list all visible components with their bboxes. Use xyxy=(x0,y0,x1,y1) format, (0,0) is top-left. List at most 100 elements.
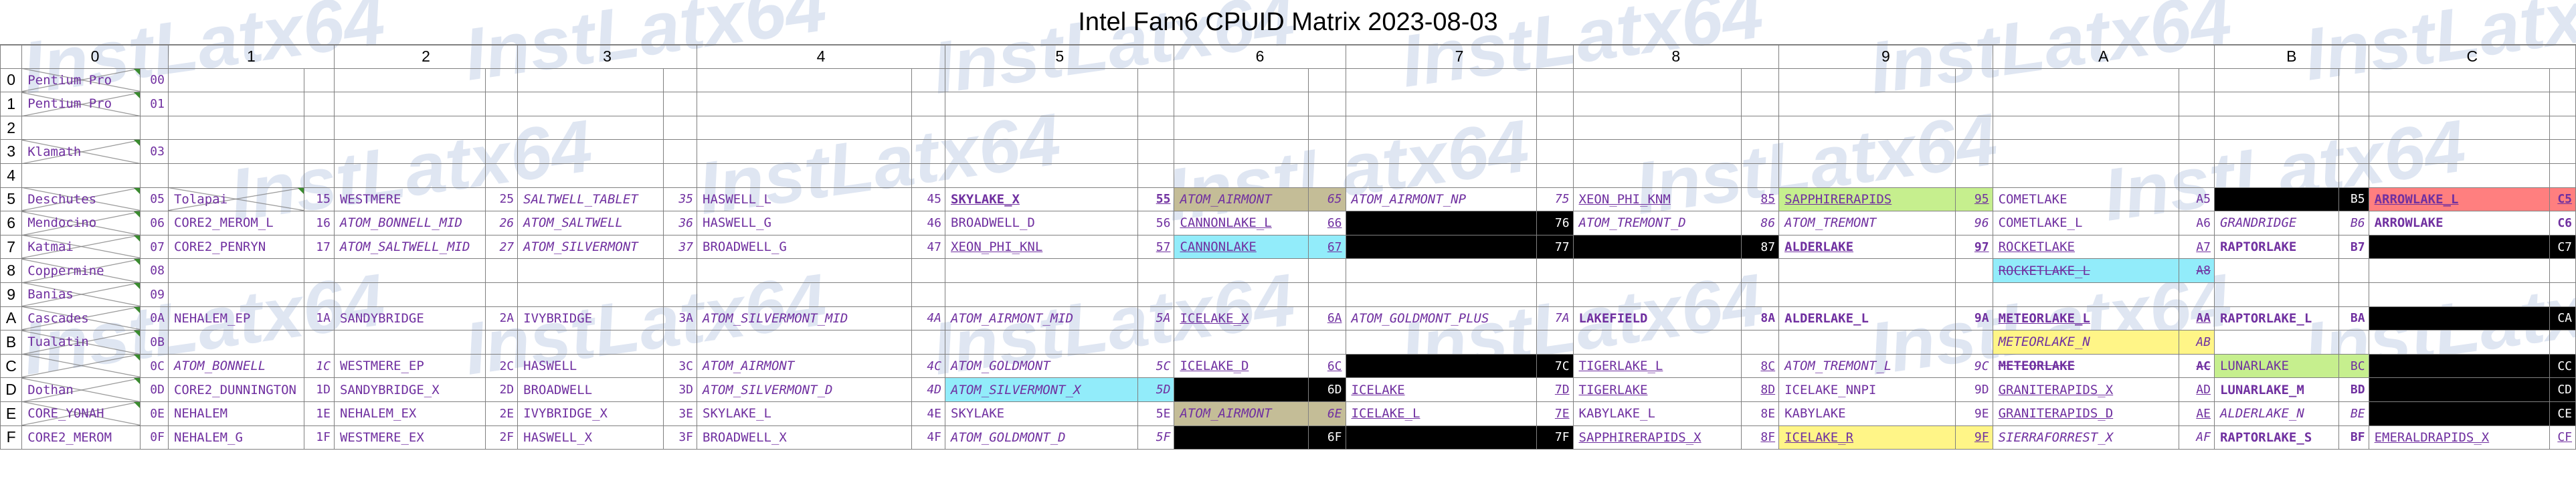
model-name-cell xyxy=(944,68,1139,93)
model-code-cell xyxy=(911,282,945,307)
model-name-cell xyxy=(697,163,913,188)
model-code-cell: 7C xyxy=(1536,353,1574,379)
model-name-cell xyxy=(1778,330,1956,355)
model-code-cell xyxy=(1307,163,1346,188)
model-code-cell xyxy=(1137,282,1175,307)
model-code-cell xyxy=(2549,330,2576,355)
model-code-cell: 7D xyxy=(1536,377,1574,402)
model-code-cell xyxy=(1741,68,1780,93)
model-name-cell xyxy=(1572,234,1742,260)
model-code-cell xyxy=(911,163,945,188)
row-header: D xyxy=(0,377,23,402)
model-code-cell xyxy=(663,330,698,355)
model-name-cell: RAPTORLAKE xyxy=(2213,234,2339,260)
model-name-cell xyxy=(1572,68,1742,93)
model-code-cell xyxy=(1954,163,1993,188)
model-name-cell: CORE2_MEROM_L xyxy=(167,211,305,235)
model-name-cell xyxy=(944,115,1139,140)
model-name-cell xyxy=(1345,353,1538,379)
model-code-cell: 09 xyxy=(140,282,169,307)
model-code-cell: 08 xyxy=(140,258,169,283)
model-code-cell: 26 xyxy=(485,211,519,235)
model-code-cell: 01 xyxy=(140,92,169,116)
model-name-cell xyxy=(1174,68,1309,93)
cpuid-table: 0 1 2 3 4 5 6 7 8 9 A B C 0 Pentium Pro 00 1 Pentium Pro 0… xyxy=(0,44,2576,450)
model-name-cell xyxy=(1572,139,1742,164)
model-name-cell: CORE2_PENRYN xyxy=(167,234,305,260)
model-name-cell xyxy=(1572,92,1742,116)
model-code-cell: AA xyxy=(2179,306,2215,331)
model-code-cell xyxy=(2338,139,2369,164)
model-code-cell xyxy=(1536,92,1574,116)
table-row: D Dothan 0D CORE2_DUNNINGTON 1D SANDYBRIDGE_X… xyxy=(0,377,2576,402)
model-code-cell: 3A xyxy=(663,306,698,331)
model-name-cell: HASWELL_G xyxy=(697,211,913,235)
model-name-cell xyxy=(2368,401,2551,426)
model-name-cell xyxy=(21,163,141,188)
model-code-cell: B5 xyxy=(2338,187,2369,212)
model-code-cell xyxy=(304,92,335,116)
model-name-cell xyxy=(333,115,486,140)
table-row: 4 xyxy=(0,163,2576,188)
model-code-cell xyxy=(1307,92,1346,116)
model-name-cell: CORE_YONAH xyxy=(21,401,141,426)
model-name-cell: ATOM_TREMONT_D xyxy=(1572,211,1742,235)
model-name-cell xyxy=(2368,68,2551,93)
column-header: B xyxy=(2213,44,2369,69)
model-code-cell: A8 xyxy=(2179,258,2215,283)
model-name-cell xyxy=(2368,92,2551,116)
model-code-cell xyxy=(1307,139,1346,164)
row-header: C xyxy=(0,353,23,379)
model-name-cell xyxy=(1992,139,2180,164)
model-name-cell: ATOM_SILVERMONT_D xyxy=(697,377,913,402)
model-name-cell: GRANITERAPIDS_D xyxy=(1992,401,2180,426)
model-name-cell: Deschutes xyxy=(21,187,141,212)
model-code-cell xyxy=(2179,92,2215,116)
model-code-cell: 4F xyxy=(911,425,945,450)
model-code-cell: CA xyxy=(2549,306,2576,331)
model-name-cell xyxy=(1174,425,1309,450)
model-code-cell: 7E xyxy=(1536,401,1574,426)
model-name-cell xyxy=(944,92,1139,116)
model-name-cell: METEORLAKE_L xyxy=(1992,306,2180,331)
model-name-cell: BROADWELL_X xyxy=(697,425,913,450)
model-code-cell xyxy=(1137,330,1175,355)
model-code-cell xyxy=(304,139,335,164)
model-code-cell xyxy=(1137,258,1175,283)
model-name-cell: Tolapai xyxy=(167,187,305,212)
model-name-cell xyxy=(697,92,913,116)
row-header: 1 xyxy=(0,92,23,116)
model-name-cell: SANDYBRIDGE_X xyxy=(333,377,486,402)
model-code-cell xyxy=(911,330,945,355)
model-code-cell: 3C xyxy=(663,353,698,379)
model-name-cell: ICELAKE_R xyxy=(1778,425,1956,450)
model-name-cell: TIGERLAKE xyxy=(1572,377,1742,402)
model-code-cell: 2F xyxy=(485,425,519,450)
model-code-cell xyxy=(1137,163,1175,188)
model-code-cell xyxy=(1536,330,1574,355)
model-code-cell: 1D xyxy=(304,377,335,402)
model-code-cell: CC xyxy=(2549,353,2576,379)
model-code-cell xyxy=(1741,139,1780,164)
column-header: 5 xyxy=(944,44,1175,69)
model-code-cell xyxy=(1307,258,1346,283)
model-code-cell xyxy=(911,139,945,164)
model-name-cell: ATOM_AIRMONT_NP xyxy=(1345,187,1538,212)
column-header: 7 xyxy=(1345,44,1574,69)
model-name-cell: ATOM_AIRMONT xyxy=(1174,401,1309,426)
model-name-cell xyxy=(1345,68,1538,93)
model-name-cell xyxy=(1778,258,1956,283)
model-code-cell: 9D xyxy=(1954,377,1993,402)
model-name-cell: ATOM_TREMONT xyxy=(1778,211,1956,235)
model-code-cell: AF xyxy=(2179,425,2215,450)
model-code-cell xyxy=(911,258,945,283)
model-code-cell xyxy=(663,282,698,307)
model-code-cell: 9E xyxy=(1954,401,1993,426)
model-name-cell: Banias xyxy=(21,282,141,307)
model-code-cell: 47 xyxy=(911,234,945,260)
model-name-cell: LAKEFIELD xyxy=(1572,306,1742,331)
model-name-cell: ATOM_SALTWELL_MID xyxy=(333,234,486,260)
model-code-cell xyxy=(1954,258,1993,283)
model-name-cell xyxy=(944,330,1139,355)
model-name-cell xyxy=(2368,258,2551,283)
